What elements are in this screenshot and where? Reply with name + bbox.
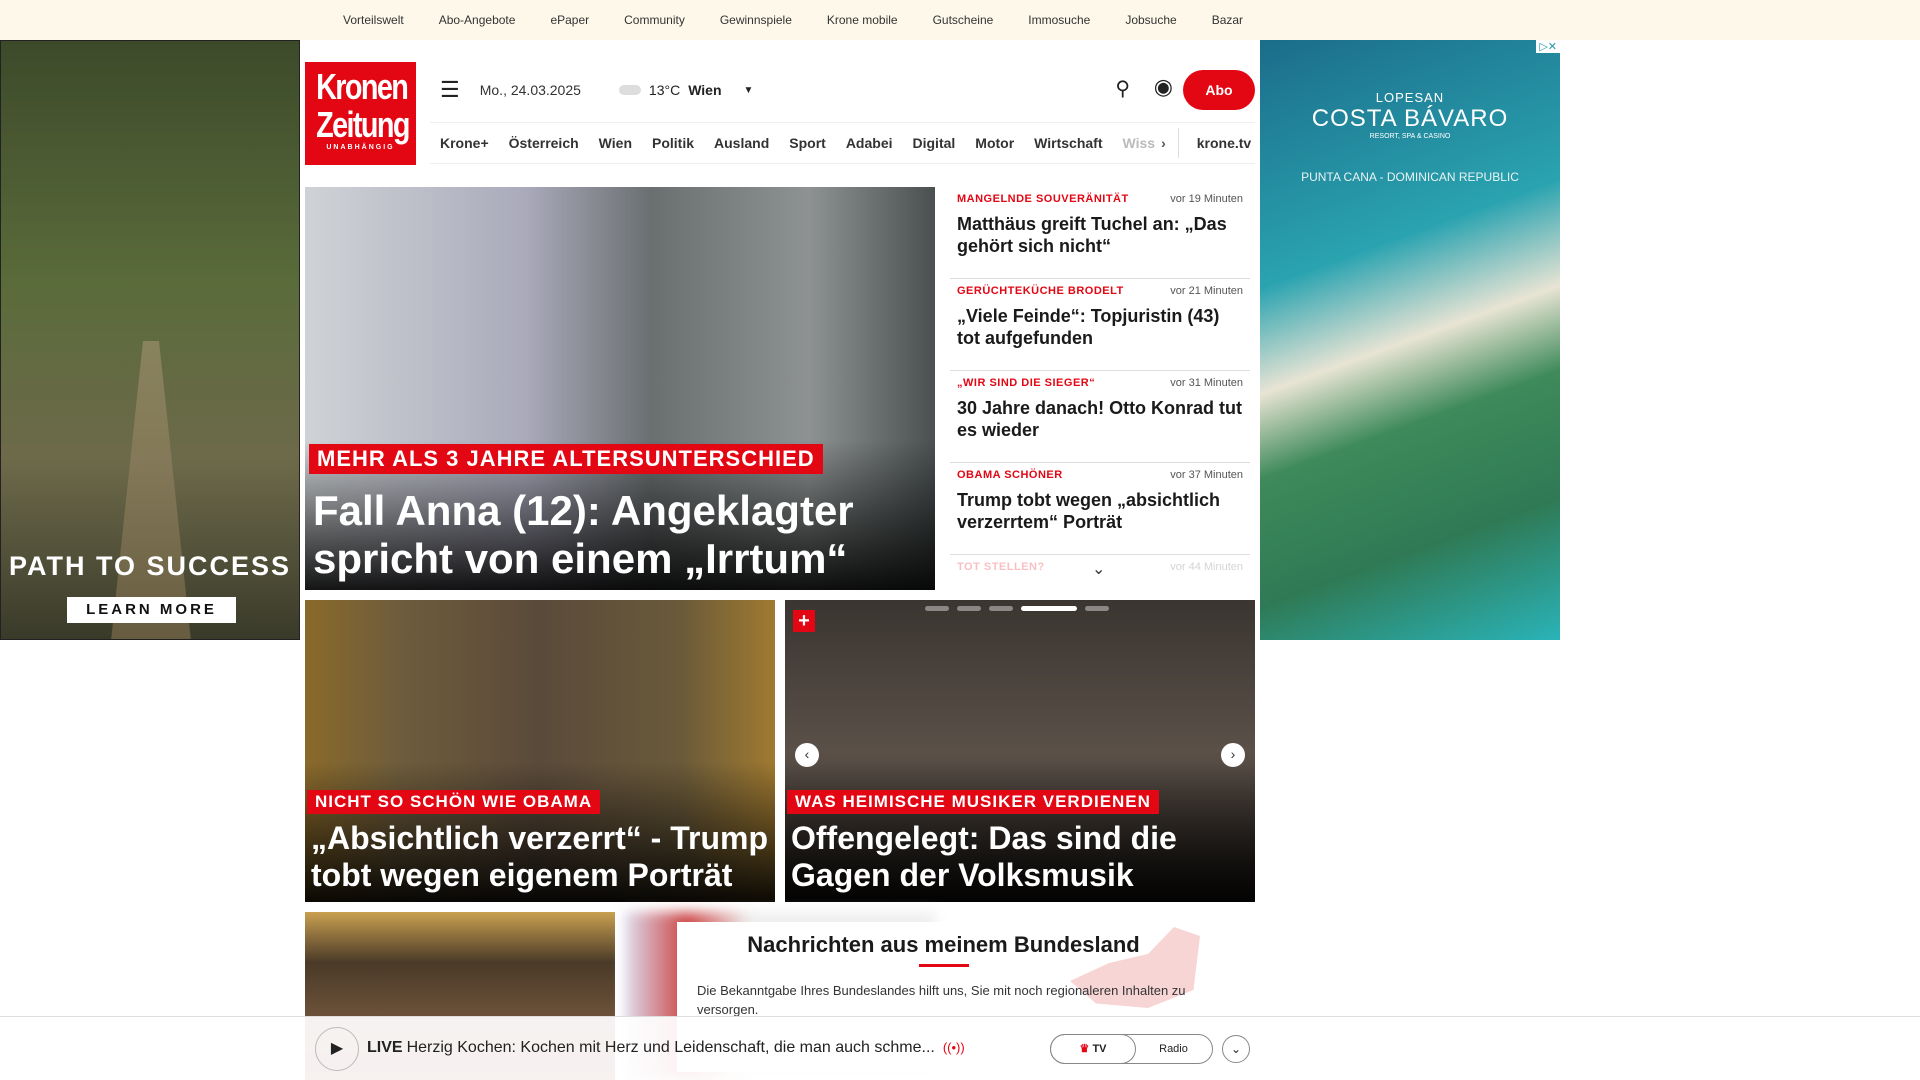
ad-brand: LOPESAN COSTA BÁVARO RESORT, SPA & CASIN… bbox=[1260, 90, 1560, 140]
menu-icon[interactable]: ☰ bbox=[440, 77, 460, 103]
link-epaper[interactable]: ePaper bbox=[550, 13, 589, 27]
bundesland-title: Nachrichten aus meinem Bundesland bbox=[747, 932, 1140, 957]
nav-oesterreich[interactable]: Österreich bbox=[509, 135, 579, 151]
nav-wissenschaft[interactable]: Wiss bbox=[1123, 135, 1156, 151]
ad-headline: PATH TO SUCCESS bbox=[8, 551, 292, 581]
radio-tab[interactable]: Radio bbox=[1135, 1035, 1212, 1063]
main-nav: Krone+ Österreich Wien Politik Ausland S… bbox=[430, 122, 1255, 164]
kronen-zeitung-logo[interactable]: Kronen Zeitung UNABHÄNGIG bbox=[305, 62, 416, 165]
tv-label: TV bbox=[1092, 1043, 1107, 1055]
bundesland-text: Die Bekanntgabe Ihres Bundeslandes hilft… bbox=[697, 983, 1186, 1017]
service-bar: Vorteilswelt Abo-Angebote ePaper Communi… bbox=[0, 0, 1920, 40]
latest-news-list: MANGELNDE SOUVERÄNITÄT vor 19 Minuten Matt… bbox=[950, 187, 1250, 590]
news-time: vor 44 Minuten bbox=[1170, 561, 1243, 573]
logo-line2: Zeitung bbox=[316, 104, 410, 145]
logo-tagline: UNABHÄNGIG bbox=[326, 144, 395, 151]
article-card-carousel[interactable]: + ‹ › WAS HEIMISCHE MUSIKER VERDIENEN Of… bbox=[785, 600, 1255, 902]
link-abo-angebote[interactable]: Abo-Angebote bbox=[439, 13, 516, 27]
nav-motor[interactable]: Motor bbox=[975, 135, 1014, 151]
abo-button[interactable]: Abo bbox=[1183, 70, 1255, 110]
user-icon[interactable]: ◉ bbox=[1154, 74, 1173, 100]
krone-plus-icon: + bbox=[793, 610, 815, 632]
link-krone-mobile[interactable]: Krone mobile bbox=[827, 13, 898, 27]
card-kicker: WAS HEIMISCHE MUSIKER VERDIENEN bbox=[787, 790, 1159, 814]
city: Wien bbox=[688, 82, 722, 98]
card-kicker: NICHT SO SCHÖN WIE OBAMA bbox=[307, 790, 601, 814]
broadcast-icon: ((•)) bbox=[942, 1040, 965, 1055]
nav-krone-tv[interactable]: krone.tv bbox=[1197, 135, 1251, 151]
news-title: „Viele Feinde“: Topjuristin (43) tot auf… bbox=[957, 306, 1220, 348]
ad-left[interactable]: PATH TO SUCCESS LEARN MORE bbox=[0, 40, 300, 640]
nav-politik[interactable]: Politik bbox=[652, 135, 694, 151]
nav-sport[interactable]: Sport bbox=[789, 135, 826, 151]
nav-wirtschaft[interactable]: Wirtschaft bbox=[1034, 135, 1102, 151]
link-gewinnspiele[interactable]: Gewinnspiele bbox=[720, 13, 792, 27]
cloud-icon bbox=[618, 85, 641, 95]
header: ☰ Mo., 24.03.2025 13°C Wien ▼ ⚲ ◉ Abo bbox=[440, 70, 1255, 110]
nav-divider bbox=[1177, 128, 1179, 158]
hero-kicker: MEHR ALS 3 JAHRE ALTERSUNTERSCHIED bbox=[309, 444, 823, 474]
link-vorteilswelt[interactable]: Vorteilswelt bbox=[343, 13, 404, 27]
ad-location: PUNTA CANA - DOMINICAN REPUBLIC bbox=[1301, 170, 1519, 184]
nav-scroll-right-icon[interactable]: › bbox=[1161, 135, 1166, 151]
temperature: 13°C bbox=[648, 82, 681, 98]
card-title: Offengelegt: Das sind die Gagen der Volk… bbox=[791, 820, 1177, 893]
tv-tab[interactable]: ♛ TV bbox=[1050, 1034, 1136, 1064]
hero-article[interactable]: MEHR ALS 3 JAHRE ALTERSUNTERSCHIED Fall … bbox=[305, 187, 935, 590]
news-title: Matthäus greift Tuchel an: „Das gehört s… bbox=[957, 214, 1227, 256]
link-jobsuche[interactable]: Jobsuche bbox=[1125, 13, 1176, 27]
news-time: vor 37 Minuten bbox=[1170, 469, 1243, 481]
tv-radio-toggle[interactable]: ♛ TV Radio bbox=[1050, 1034, 1213, 1064]
card-title: „Absichtlich verzerrt“ - Trump tobt wege… bbox=[311, 820, 768, 893]
ad-brand-sub: RESORT, SPA & CASINO bbox=[1369, 133, 1451, 140]
link-immosuche[interactable]: Immosuche bbox=[1028, 13, 1090, 27]
live-player-bar: ▶ LIVE Herzig Kochen: Kochen mit Herz und… bbox=[0, 1016, 1920, 1080]
title-underline bbox=[918, 964, 969, 967]
nav-krone-plus[interactable]: Krone+ bbox=[440, 135, 489, 151]
news-item[interactable]: MANGELNDE SOUVERÄNITÄT vor 19 Minuten Matt… bbox=[950, 187, 1250, 279]
nav-ausland[interactable]: Ausland bbox=[714, 135, 769, 151]
news-time: vor 21 Minuten bbox=[1170, 285, 1243, 297]
news-kicker: MANGELNDE SOUVERÄNITÄT bbox=[957, 193, 1129, 205]
search-icon[interactable]: ⚲ bbox=[1115, 76, 1130, 101]
news-item[interactable]: GERÜCHTEKÜCHE BRODELT vor 21 Minuten „Viel… bbox=[950, 279, 1250, 371]
expand-player-chevron-icon[interactable]: ⌄ bbox=[1222, 1035, 1250, 1063]
nav-adabei[interactable]: Adabei bbox=[846, 135, 893, 151]
logo-line1: Kronen bbox=[316, 66, 409, 107]
ad-brand-top: LOPESAN bbox=[1375, 90, 1445, 105]
expand-list-chevron-icon[interactable]: ⌄ bbox=[1092, 559, 1105, 579]
live-title: Herzig Kochen: Kochen mit Herz und Leide… bbox=[406, 1039, 935, 1056]
news-title: 30 Jahre danach! Otto Konrad tut es wied… bbox=[957, 398, 1243, 440]
live-text[interactable]: LIVE Herzig Kochen: Kochen mit Herz und L… bbox=[367, 1039, 965, 1057]
carousel-dots[interactable] bbox=[925, 606, 1109, 611]
news-item[interactable]: „WIR SIND DIE SIEGER“ vor 31 Minuten 30 Ja… bbox=[950, 371, 1250, 463]
news-time: vor 19 Minuten bbox=[1170, 193, 1243, 205]
news-time: vor 31 Minuten bbox=[1170, 377, 1243, 389]
link-bazar[interactable]: Bazar bbox=[1212, 13, 1243, 27]
live-label: LIVE bbox=[367, 1039, 403, 1056]
link-community[interactable]: Community bbox=[624, 13, 685, 27]
hero-title: Fall Anna (12): Angeklagter spricht von … bbox=[313, 487, 854, 583]
news-kicker: GERÜCHTEKÜCHE BRODELT bbox=[957, 285, 1124, 297]
nav-digital[interactable]: Digital bbox=[913, 135, 956, 151]
forest-path-image bbox=[111, 341, 191, 639]
play-icon[interactable]: ▶ bbox=[315, 1027, 359, 1071]
news-kicker: „WIR SIND DIE SIEGER“ bbox=[957, 377, 1096, 389]
weather[interactable]: 13°C Wien ▼ bbox=[618, 82, 754, 98]
caret-down-icon[interactable]: ▼ bbox=[744, 85, 754, 96]
nav-wien[interactable]: Wien bbox=[599, 135, 632, 151]
crown-icon: ♛ bbox=[1079, 1043, 1090, 1055]
ad-learn-more-button[interactable]: LEARN MORE bbox=[67, 597, 236, 623]
article-card[interactable]: NICHT SO SCHÖN WIE OBAMA „Absichtlich ve… bbox=[305, 600, 775, 902]
news-item[interactable]: OBAMA SCHÖNER vor 37 Minuten Trump tobt we… bbox=[950, 463, 1250, 555]
news-kicker: OBAMA SCHÖNER bbox=[957, 469, 1063, 481]
ad-right[interactable]: ▷✕ LOPESAN COSTA BÁVARO RESORT, SPA & CA… bbox=[1260, 40, 1560, 640]
ad-close-icon[interactable]: ▷✕ bbox=[1536, 40, 1560, 53]
link-gutscheine[interactable]: Gutscheine bbox=[933, 13, 994, 27]
ad-brand-name: COSTA BÁVARO bbox=[1311, 105, 1509, 132]
date: Mo., 24.03.2025 bbox=[479, 82, 581, 98]
news-kicker: TOT STELLEN? bbox=[957, 561, 1045, 573]
news-title: Trump tobt wegen „absichtlich verzerrtem… bbox=[957, 490, 1221, 532]
